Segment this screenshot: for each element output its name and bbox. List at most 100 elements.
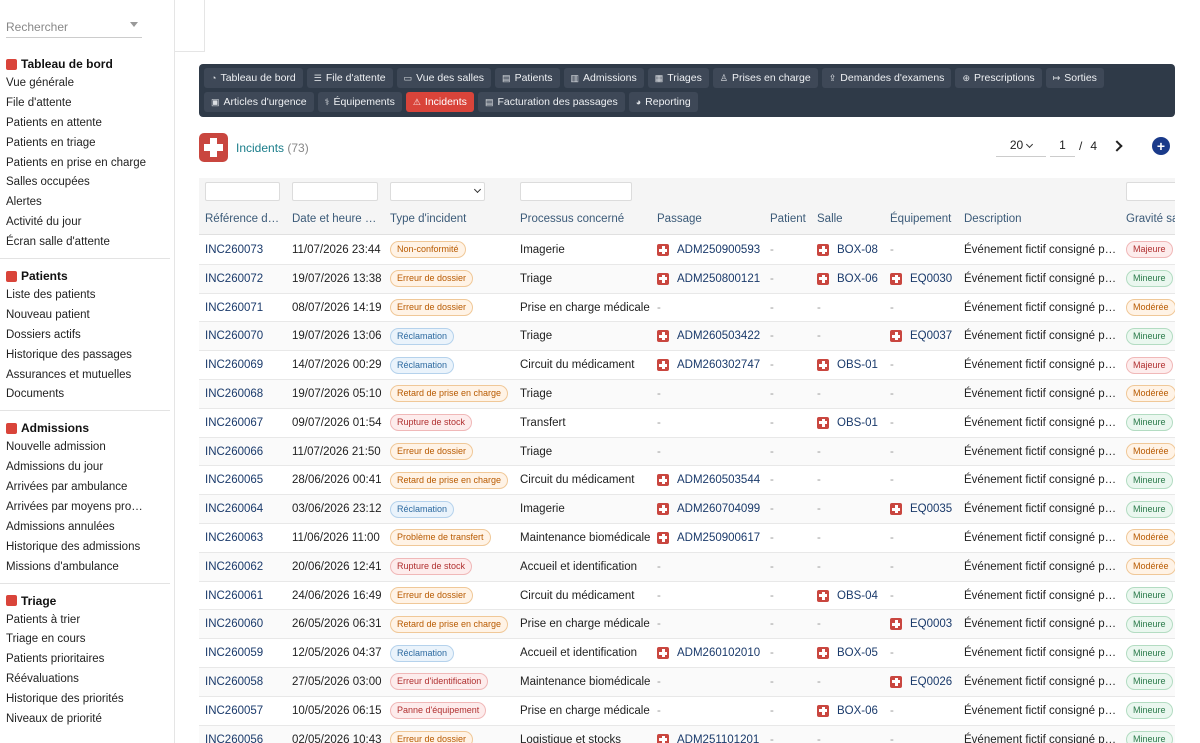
filter-type-select[interactable] xyxy=(390,182,485,201)
current-page-input[interactable]: 1 xyxy=(1050,135,1075,157)
incident-reference[interactable]: INC260065 xyxy=(205,466,283,494)
table-row[interactable]: INC260073 11/07/2026 23:44 Non-conformité I… xyxy=(199,236,1175,265)
sidebar-item[interactable]: Patients prioritaires xyxy=(6,649,170,669)
column-header[interactable]: Gravité sa xyxy=(1126,204,1175,235)
sidebar-item[interactable]: File d'attente xyxy=(6,93,170,113)
incident-reference[interactable]: INC260066 xyxy=(205,438,283,466)
column-header[interactable]: Type d'incident xyxy=(390,204,515,235)
add-incident-button[interactable]: + xyxy=(1152,137,1170,155)
passage-link[interactable]: ADM260102010 xyxy=(657,639,767,667)
sidebar-item[interactable]: Patients en attente xyxy=(6,113,170,133)
column-header[interactable]: Date et heure … xyxy=(292,204,382,235)
passage-link[interactable]: ADM251101201 xyxy=(657,726,767,743)
sidebar-item[interactable]: Admissions du jour xyxy=(6,457,170,477)
nav-tab-sorties[interactable]: ↦ Sorties xyxy=(1045,68,1104,88)
nav-tab-tableau-de-bord[interactable]: ◔ Tableau de bord xyxy=(204,68,303,88)
incident-reference[interactable]: INC260057 xyxy=(205,697,283,725)
room-link[interactable]: BOX-06 xyxy=(817,265,887,293)
nav-tab-vue-des-salles[interactable]: ▭ Vue des salles xyxy=(396,68,492,88)
sidebar-item[interactable]: Salles occupées xyxy=(6,172,170,192)
chevron-down-icon[interactable] xyxy=(130,22,138,27)
passage-link[interactable]: ADM260302747 xyxy=(657,351,767,379)
nav-tab-articles-d-urgence[interactable]: ▣ Articles d'urgence xyxy=(204,92,314,112)
equipment-link[interactable]: EQ0030 xyxy=(890,265,962,293)
sidebar-section-title[interactable]: Patients xyxy=(6,267,170,285)
room-link[interactable]: OBS-01 xyxy=(817,351,887,379)
column-header[interactable]: Équipement xyxy=(890,204,962,235)
sidebar-item[interactable]: Historique des passages xyxy=(6,345,170,365)
filter-date-input[interactable] xyxy=(292,182,378,201)
column-header[interactable]: Référence d… xyxy=(205,204,283,235)
sidebar-item[interactable]: Dossiers actifs xyxy=(6,325,170,345)
incident-reference[interactable]: INC260064 xyxy=(205,495,283,523)
table-row[interactable]: INC260063 11/06/2026 11:00 Problème de tra… xyxy=(199,523,1175,553)
sidebar-item[interactable]: Admissions annulées xyxy=(6,517,170,537)
incident-reference[interactable]: INC260062 xyxy=(205,553,283,581)
table-row[interactable]: INC260062 20/06/2026 12:41 Rupture de stoc… xyxy=(199,552,1175,582)
table-row[interactable]: INC260067 09/07/2026 01:54 Rupture de stoc… xyxy=(199,408,1175,438)
nav-tab-facturation-des-passages[interactable]: ▤ Facturation des passages xyxy=(477,92,625,112)
nav-tab-prescriptions[interactable]: ⊕ Prescriptions xyxy=(955,68,1042,88)
table-row[interactable]: INC260065 28/06/2026 00:41 Retard de prise… xyxy=(199,466,1175,496)
incident-reference[interactable]: INC260056 xyxy=(205,726,283,743)
nav-tab-admissions[interactable]: ▥ Admissions xyxy=(563,68,644,88)
sidebar-item[interactable]: Historique des admissions xyxy=(6,537,170,557)
table-row[interactable]: INC260056 02/05/2026 10:43 Erreur de dossi… xyxy=(199,725,1175,743)
sidebar-item[interactable]: Missions d'ambulance xyxy=(6,557,170,577)
incident-reference[interactable]: INC260068 xyxy=(205,380,283,408)
table-row[interactable]: INC260070 19/07/2026 13:06 Réclamation Tria… xyxy=(199,322,1175,352)
nav-tab-reporting[interactable]: ◕ Reporting xyxy=(628,92,698,112)
room-link[interactable]: BOX-06 xyxy=(817,697,887,725)
sidebar-item[interactable]: Réévaluations xyxy=(6,669,170,689)
nav-tab-patients[interactable]: ▤ Patients xyxy=(495,68,560,88)
passage-link[interactable]: ADM260503422 xyxy=(657,322,767,350)
passage-link[interactable]: ADM250900593 xyxy=(657,236,767,264)
sidebar-item[interactable]: Arrivées par moyens pro… xyxy=(6,497,170,517)
incident-reference[interactable]: INC260058 xyxy=(205,668,283,696)
sidebar-item[interactable]: Nouveau patient xyxy=(6,305,170,325)
sidebar-item[interactable]: Alertes xyxy=(6,192,170,212)
table-row[interactable]: INC260069 14/07/2026 00:29 Réclamation Circ… xyxy=(199,351,1175,380)
sidebar-item[interactable]: Documents xyxy=(6,384,170,404)
sidebar-item[interactable]: Vue générale xyxy=(6,73,170,93)
incident-reference[interactable]: INC260071 xyxy=(205,294,283,322)
nav-tab-demandes-d-examens[interactable]: ⇪ Demandes d'examens xyxy=(821,68,952,88)
column-header[interactable]: Processus concerné xyxy=(520,204,655,235)
sidebar-item[interactable]: Assurances et mutuelles xyxy=(6,365,170,385)
equipment-link[interactable]: EQ0037 xyxy=(890,322,962,350)
equipment-link[interactable]: EQ0035 xyxy=(890,495,962,523)
sidebar-section-title[interactable]: Admissions xyxy=(6,419,170,437)
column-header[interactable]: Passage xyxy=(657,204,767,235)
table-row[interactable]: INC260068 19/07/2026 05:10 Retard de prise… xyxy=(199,379,1175,409)
equipment-link[interactable]: EQ0003 xyxy=(890,610,962,638)
filter-process-input[interactable] xyxy=(520,182,632,201)
column-header[interactable]: Patient xyxy=(770,204,815,235)
nav-tab-équipements[interactable]: ⚕ Équipements xyxy=(317,92,402,112)
table-row[interactable]: INC260064 03/06/2026 23:12 Réclamation Imag… xyxy=(199,495,1175,524)
incident-reference[interactable]: INC260070 xyxy=(205,322,283,350)
sidebar-item[interactable]: Patients en triage xyxy=(6,133,170,153)
table-row[interactable]: INC260072 19/07/2026 13:38 Erreur de dossi… xyxy=(199,264,1175,294)
nav-tab-incidents[interactable]: ⚠ Incidents xyxy=(405,92,474,112)
next-page-icon[interactable] xyxy=(1111,140,1123,152)
incident-reference[interactable]: INC260060 xyxy=(205,610,283,638)
incident-reference[interactable]: INC260072 xyxy=(205,265,283,293)
passage-link[interactable]: ADM250800121 xyxy=(657,265,767,293)
column-header[interactable]: Salle xyxy=(817,204,887,235)
equipment-link[interactable]: EQ0026 xyxy=(890,668,962,696)
column-header[interactable]: Description xyxy=(964,204,1119,235)
passage-link[interactable]: ADM250900617 xyxy=(657,524,767,552)
room-link[interactable]: BOX-05 xyxy=(817,639,887,667)
passage-link[interactable]: ADM260503544 xyxy=(657,466,767,494)
nav-tab-triages[interactable]: ▦ Triages xyxy=(647,68,709,88)
table-row[interactable]: INC260061 24/06/2026 16:49 Erreur de dossi… xyxy=(199,581,1175,611)
sidebar-item[interactable]: Écran salle d'attente xyxy=(6,232,170,252)
room-link[interactable]: BOX-08 xyxy=(817,236,887,264)
sidebar-item[interactable]: Activité du jour xyxy=(6,212,170,232)
incident-reference[interactable]: INC260069 xyxy=(205,351,283,379)
table-row[interactable]: INC260060 26/05/2026 06:31 Retard de prise… xyxy=(199,610,1175,640)
room-link[interactable]: OBS-04 xyxy=(817,582,887,610)
sidebar-item[interactable]: Historique des priorités xyxy=(6,689,170,709)
sidebar-section-title[interactable]: Tableau de bord xyxy=(6,55,170,73)
sidebar-section-title[interactable]: Triage xyxy=(6,592,170,610)
